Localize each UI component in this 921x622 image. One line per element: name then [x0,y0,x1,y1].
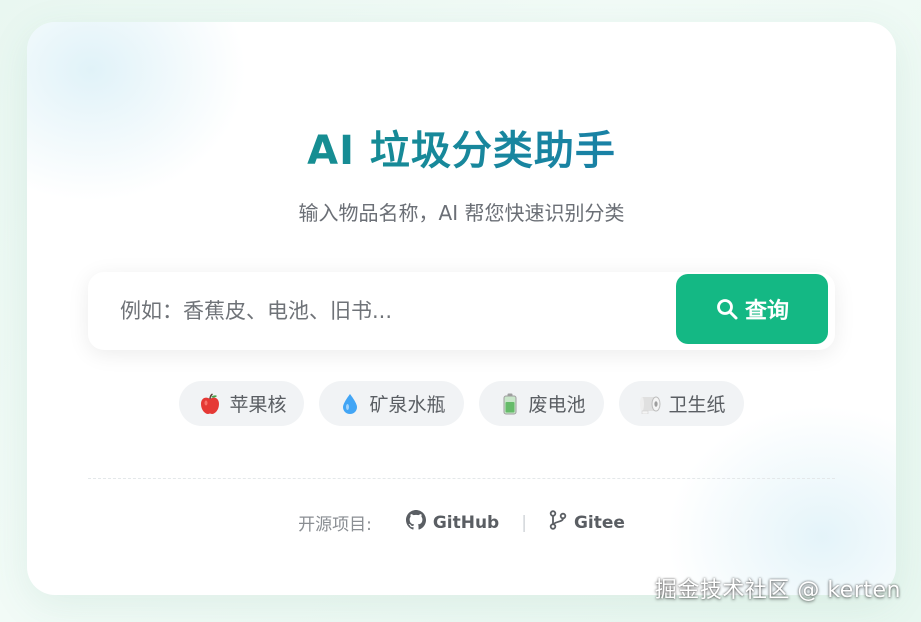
example-chip-toilet-paper[interactable]: 卫生纸 [618,381,744,426]
gitee-link[interactable]: Gitee [549,510,625,535]
toilet-paper-icon [639,393,661,415]
page-title: AI 垃圾分类助手 [27,118,896,176]
footer-label: 开源项目: [298,515,372,535]
water-drop-icon [339,393,361,415]
search-input[interactable] [88,272,668,350]
search-box: 查询 [88,272,835,350]
example-chip-battery[interactable]: 废电池 [478,381,604,426]
apple-icon [199,392,221,415]
example-chip-label: 矿泉水瓶 [369,394,446,416]
main-card: AI 垃圾分类助手 输入物品名称，AI 帮您快速识别分类 查询 [27,22,896,595]
example-chip-label: 苹果核 [229,394,287,416]
example-chip-label: 卫生纸 [668,394,726,416]
battery-icon [499,393,521,415]
example-chip-label: 废电池 [528,394,586,416]
example-chip-water-bottle[interactable]: 矿泉水瓶 [319,381,464,426]
git-branch-icon [549,510,567,535]
footer-divider [88,478,835,479]
search-icon [715,297,739,321]
footer: 开源项目: GitHub | Gitee [27,510,896,535]
github-icon [405,510,426,535]
example-chips: 苹果核 矿泉水瓶 废电池 卫生纸 [27,381,896,426]
github-link-label: GitHub [432,512,500,533]
watermark: 掘金技术社区 @ kerten [654,578,901,603]
github-link[interactable]: GitHub [405,510,500,535]
gitee-link-label: Gitee [573,512,625,533]
search-button[interactable]: 查询 [676,274,828,344]
search-button-label: 查询 [744,299,789,324]
example-chip-apple-core[interactable]: 苹果核 [179,381,305,426]
card-glow-bottom-right [666,405,896,595]
footer-separator: | [521,512,527,533]
page-subtitle: 输入物品名称，AI 帮您快速识别分类 [298,201,625,225]
